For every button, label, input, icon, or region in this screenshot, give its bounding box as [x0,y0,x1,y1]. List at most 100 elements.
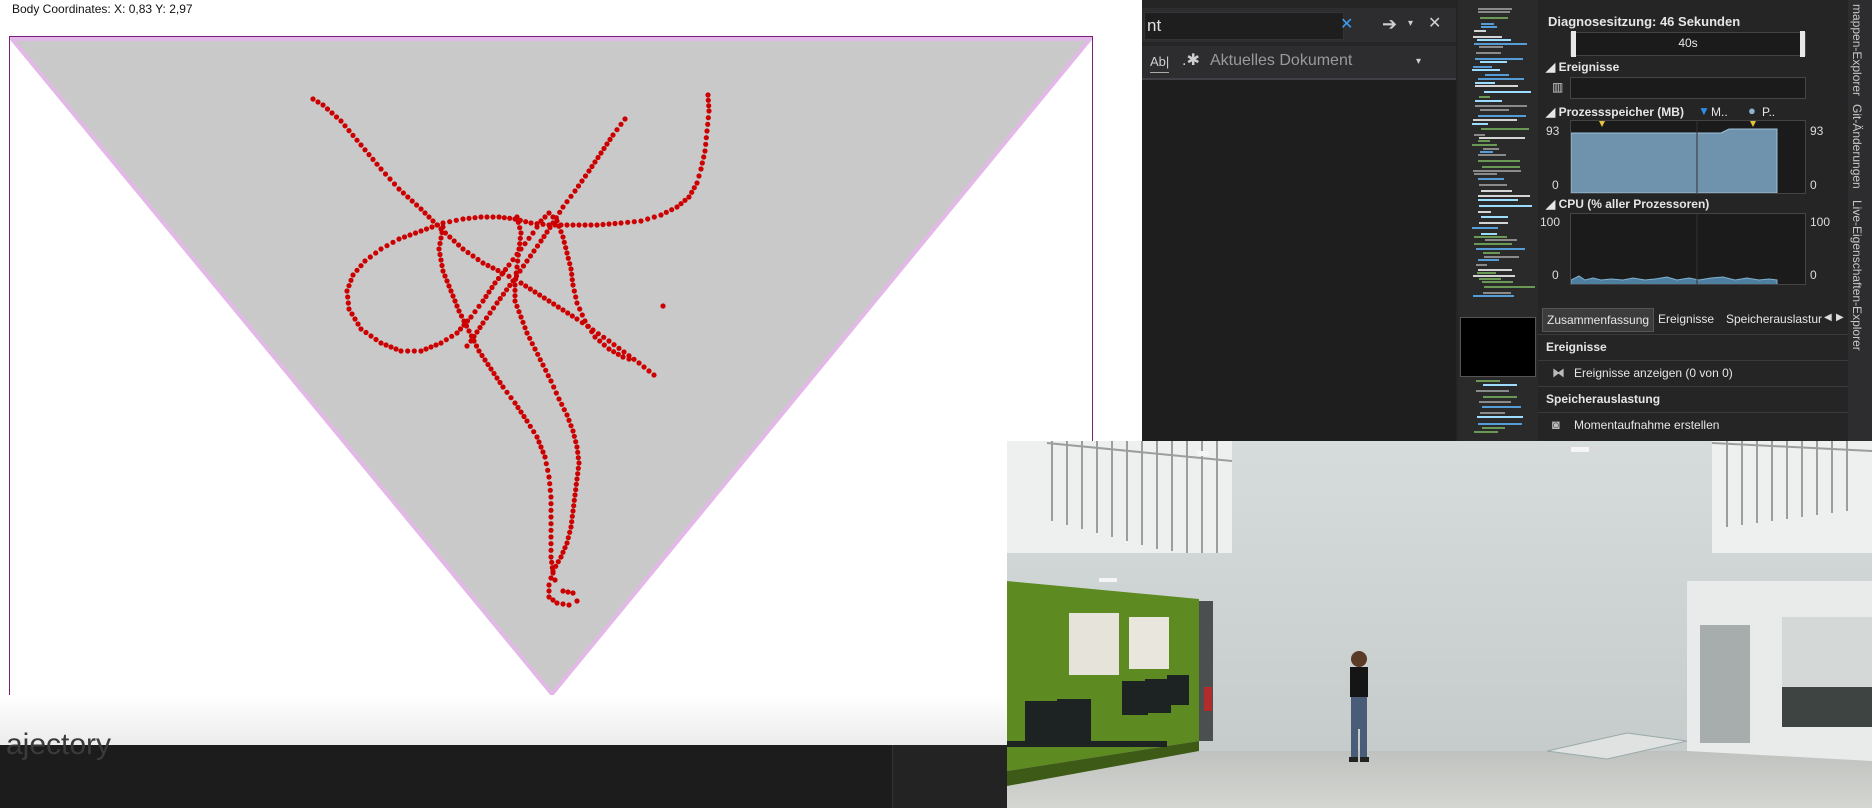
clear-search-icon[interactable]: ✕ [1340,15,1353,35]
trajectory-point [502,266,509,273]
tab-summary[interactable]: Zusammenfassung [1542,308,1655,332]
trajectory-point [513,270,519,276]
minimap-line [1473,275,1515,277]
trajectory-point [483,293,489,300]
minimap-line [1474,30,1486,32]
trajectory-point [606,346,612,352]
search-scope-dropdown[interactable]: Aktuelles Dokument [1210,52,1352,70]
memory-legend-p: P.. [1762,105,1776,119]
trajectory-point [527,423,533,429]
trajectory-point [512,282,518,288]
trajectory-point [527,335,533,341]
trajectory-point [538,218,544,224]
trajectory-point [574,476,580,482]
trajectory-point [588,222,594,228]
memory-chart[interactable] [1570,120,1806,194]
timeline-end-handle[interactable] [1800,31,1805,57]
side-tab-live-properties[interactable]: Live-Eigenschaften-Explorer [1850,200,1864,351]
take-snapshot-row[interactable]: ◙ Momentaufnahme erstellen [1538,412,1848,439]
trajectory-point [485,361,491,368]
trajectory-point [384,243,390,249]
trajectory-point [651,214,657,220]
show-events-link[interactable]: Ereignisse anzeigen (0 von 0) [1574,366,1733,380]
trajectory-point [447,234,453,240]
regex-icon[interactable]: .✱ [1182,51,1200,71]
code-minimap[interactable] [1458,0,1548,441]
match-case-icon[interactable]: Ab| [1150,52,1170,73]
tabs-scroll-right-icon[interactable]: ▶ [1836,312,1844,323]
trajectory-point [611,342,617,348]
trajectory-point [411,348,417,354]
minimap-line [1475,82,1495,84]
trajectory-point [516,309,522,315]
cpu-axis-min-right: 0 [1810,268,1817,282]
minimap-line [1473,170,1521,172]
find-next-icon[interactable]: ➔ [1382,14,1397,34]
tracking-window: Body Coordinates: X: 0,83 Y: 2,97 [0,0,1142,745]
trajectory-point [471,338,477,344]
trajectory-point [466,328,472,334]
trajectory-point [434,222,441,228]
trajectory-point [572,492,578,498]
find-input[interactable]: nt [1144,12,1344,40]
show-events-row[interactable]: ⧓ Ereignisse anzeigen (0 von 0) [1538,360,1848,387]
events-header[interactable]: ◢ Ereignisse [1546,60,1619,74]
trajectory-plot [9,36,1093,697]
cpu-header-label: CPU (% aller Prozessoren) [1558,197,1710,211]
minimap-line [1482,427,1505,429]
trajectory-point [362,258,368,264]
trajectory-point [378,340,384,346]
trajectory-point [492,280,498,286]
tab-memory-usage[interactable]: Speicherauslastur [1722,308,1826,330]
trajectory-point [564,222,570,228]
right-doorway [1700,625,1750,743]
scope-dropdown-chevron-icon[interactable]: ▾ [1416,52,1421,72]
trajectory-point [480,260,486,266]
trajectory-point [571,433,577,439]
trajectory-point [651,372,657,378]
side-tab-git-changes[interactable]: Git-Änderungen [1850,104,1864,189]
trajectory-caption: ajectory [6,728,112,761]
trajectory-point [546,210,552,216]
minimap-line [1483,384,1517,386]
trajectory-point [512,287,518,293]
close-find-icon[interactable]: ✕ [1428,14,1441,34]
find-options-chevron-icon[interactable]: ▾ [1408,14,1413,34]
memory-header[interactable]: ◢ Prozessspeicher (MB) [1546,105,1684,119]
trajectory-point [549,559,555,565]
trajectory-point [460,246,466,252]
trajectory-point [574,598,580,604]
trajectory-point [374,161,380,167]
trajectory-point [546,298,552,304]
trajectory-point [551,384,557,390]
trajectory-point [551,301,557,307]
trajectory-point [631,356,637,362]
trajectory-point [598,150,604,156]
trajectory-point [515,404,521,411]
tab-events[interactable]: Ereignisse [1654,308,1718,330]
trajectory-point [436,246,442,252]
cpu-header[interactable]: ◢ CPU (% aller Prozessoren) [1546,197,1709,211]
trajectory-point [570,508,576,514]
cpu-chart[interactable] [1570,213,1806,285]
side-tab-folder-explorer[interactable]: mappen-Explorer [1850,4,1864,96]
trajectory-point [495,275,502,282]
trajectory-point [495,267,501,274]
minimap-viewport[interactable] [1460,317,1536,377]
trajectory-point [541,233,547,240]
trajectory-point [594,222,600,228]
session-timeline[interactable]: 40s [1570,31,1806,57]
trajectory-point [705,121,711,127]
minimap-line [1479,96,1490,98]
trajectory-point [531,248,537,254]
trajectory-point [575,449,581,455]
events-pause-icon[interactable]: ▥ [1552,80,1563,94]
take-snapshot-link[interactable]: Momentaufnahme erstellen [1574,418,1719,432]
trajectory-point [333,114,340,120]
memory-marker-2 [1750,121,1756,127]
tabs-scroll-left-icon[interactable]: ◀ [1824,312,1832,323]
trajectory-point [689,189,695,195]
trajectory-point [472,309,478,315]
minimap-line [1478,178,1504,180]
trajectory-point [552,577,558,583]
